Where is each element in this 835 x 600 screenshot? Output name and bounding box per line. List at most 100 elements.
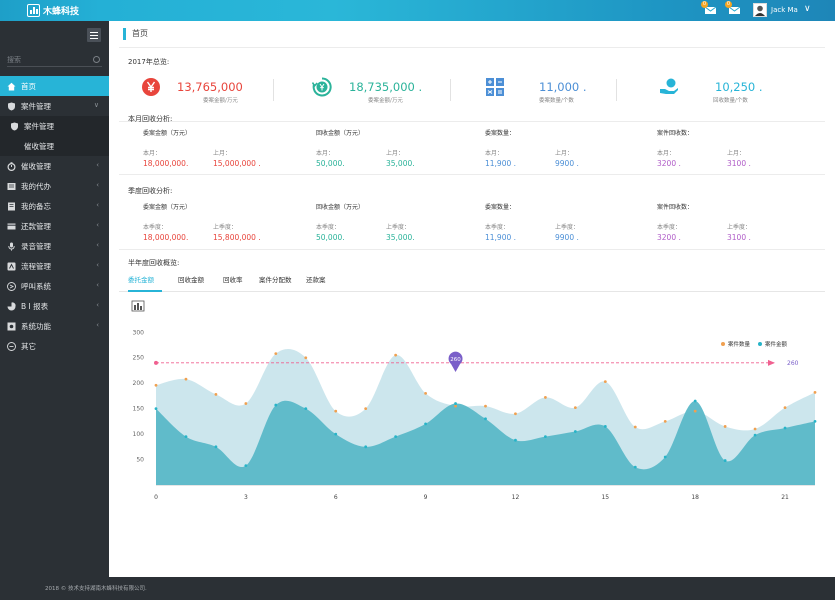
chevron-left-icon: ‹ <box>96 321 99 329</box>
data-point <box>304 356 308 360</box>
sidebar-item[interactable]: B I 报表 ‹ <box>0 296 109 316</box>
metric-value: 18,000,000. <box>143 233 189 242</box>
notification-badge: 0 <box>701 1 708 8</box>
sidebar-item-label: B I 报表 <box>21 301 49 311</box>
inbox-icon[interactable]: 0 <box>701 1 717 15</box>
sidebar-item-label: 其它 <box>21 341 36 351</box>
data-point <box>663 419 667 423</box>
metric-label: 本季度： <box>657 224 682 231</box>
recycle-yen-icon <box>312 77 332 97</box>
chevron-left-icon: ‹ <box>96 201 99 209</box>
data-point <box>214 392 218 396</box>
calculator-icon <box>486 78 504 96</box>
mark-point-label: 260 <box>450 357 461 363</box>
chevron-down-icon: ∨ <box>93 101 99 109</box>
metric-value: 35,000. <box>386 159 415 168</box>
tab-active-indicator <box>128 290 162 292</box>
divider <box>119 249 825 250</box>
card-icon <box>7 222 16 231</box>
search-input[interactable] <box>7 53 102 67</box>
chevron-down-icon[interactable]: ∨ <box>804 4 811 14</box>
list-icon <box>7 182 16 191</box>
x-tick-label: 3 <box>244 494 248 501</box>
x-tick-label: 18 <box>691 494 699 501</box>
metric-label: 上月： <box>213 150 232 157</box>
menu-toggle-icon[interactable] <box>87 28 101 42</box>
sidebar-item[interactable]: 呼叫系统 ‹ <box>0 276 109 296</box>
copyright: 2018 © 技术支持湖南木蜂科技有限公司. <box>45 586 147 592</box>
chevron-left-icon: ‹ <box>96 181 99 189</box>
stat-recovery-amount: 18,735,000 . 委案金额/万元 <box>312 77 472 107</box>
data-point <box>633 465 637 469</box>
data-point <box>184 377 188 381</box>
stat-value: 11,000 . <box>539 80 587 94</box>
x-tick-label: 15 <box>601 494 609 501</box>
sidebar-item[interactable]: 流程管理 ‹ <box>0 256 109 276</box>
metric-label: 本月： <box>657 150 676 157</box>
y-tick-label: 150 <box>133 406 145 413</box>
hand-money-icon <box>660 78 678 94</box>
sidebar-item[interactable]: 系统功能 ‹ <box>0 316 109 336</box>
sidebar-item-label: 案件管理 <box>24 121 54 131</box>
monthly-title: 本月回收分析: <box>128 115 173 123</box>
avatar[interactable] <box>753 3 767 17</box>
logo[interactable]: 木蜂科技 <box>27 3 79 18</box>
metric-value: 9900 . <box>555 159 579 168</box>
phone-icon <box>7 281 16 291</box>
data-point <box>214 445 218 449</box>
inbox-download-icon[interactable]: 0 <box>725 1 741 15</box>
group-title: 委案数量： <box>485 204 516 211</box>
metric-value: 50,000. <box>316 159 345 168</box>
data-point <box>274 403 278 407</box>
chart-tab[interactable]: 案件分配数 <box>259 274 292 284</box>
sidebar-item[interactable]: 首页 <box>0 76 109 96</box>
metric-label: 本季度： <box>316 224 341 231</box>
sidebar-item[interactable]: 还款管理 ‹ <box>0 216 109 236</box>
chart-tab[interactable]: 委托金额 <box>128 274 154 284</box>
halfyear-chart: 50 100 150 200 250 300 0 3 6 9 12 15 18 21 260 260 案件数量 案… <box>131 300 817 501</box>
sidebar-item[interactable]: 催收管理 <box>0 136 109 156</box>
data-point <box>454 404 457 408</box>
stat-case-count: 11,000 . 委案数量/个数 <box>485 77 625 107</box>
sidebar-item[interactable]: 我的备忘 ‹ <box>0 196 109 216</box>
user-name[interactable]: Jack Ma <box>771 6 798 14</box>
group-title: 案件回收数： <box>657 130 694 137</box>
x-tick-label: 12 <box>512 494 520 501</box>
metric-label: 上季度： <box>386 224 411 231</box>
x-tick-label: 0 <box>154 494 158 501</box>
data-point <box>274 352 278 356</box>
y-tick-label: 200 <box>133 380 145 387</box>
sidebar-item-label: 还款管理 <box>21 221 51 231</box>
tab-underline <box>119 291 825 292</box>
chart-tab[interactable]: 回收金额 <box>178 274 204 284</box>
sidebar-item[interactable]: 催收管理 ‹ <box>0 156 109 176</box>
data-point <box>334 409 338 413</box>
stat-caption: 委案金额/万元 <box>368 98 403 104</box>
group-title: 回收金额（万元） <box>316 204 365 211</box>
data-point <box>364 407 368 411</box>
group-title: 委案数量： <box>485 130 516 137</box>
sidebar-item[interactable]: 录音管理 ‹ <box>0 236 109 256</box>
y-tick-label: 100 <box>133 431 145 438</box>
metric-value: 11,900 . <box>485 233 517 242</box>
metric-label: 本季度： <box>485 224 510 231</box>
stat-value: 10,250 . <box>715 80 763 94</box>
stat-caption: 委案数量/个数 <box>539 98 574 104</box>
sidebar-nav: 首页 案件管理 ∨ 案件管理 催收管理 催收管理 ‹ 我的代办 ‹ 我的备忘 ‹ 还款管理 ‹ 录音管理 ‹… <box>0 76 109 356</box>
sidebar-item[interactable]: 案件管理 ∨ <box>0 96 109 116</box>
stat-recovery-count: 10,250 . 回收数量/个数 <box>659 77 809 107</box>
sidebar-item[interactable]: 案件管理 <box>0 116 109 136</box>
legend-marker <box>758 342 762 346</box>
data-point <box>633 425 637 429</box>
chart-tab[interactable]: 回收率 <box>223 274 243 284</box>
sidebar-item[interactable]: 我的代办 ‹ <box>0 176 109 196</box>
metric-value: 15,800,000 . <box>213 233 261 242</box>
sidebar: 首页案件管理∨案件管理催收管理催收管理‹我的代办‹我的备忘‹还款管理‹录音管理‹… <box>0 21 109 577</box>
data-point <box>753 427 757 431</box>
sidebar-item[interactable]: 其它 <box>0 336 109 356</box>
metric-label: 本月： <box>485 150 504 157</box>
microphone-icon <box>7 242 16 251</box>
data-point <box>813 419 817 423</box>
search-icon[interactable] <box>93 56 100 63</box>
chart-tab[interactable]: 还款案 <box>306 274 326 284</box>
